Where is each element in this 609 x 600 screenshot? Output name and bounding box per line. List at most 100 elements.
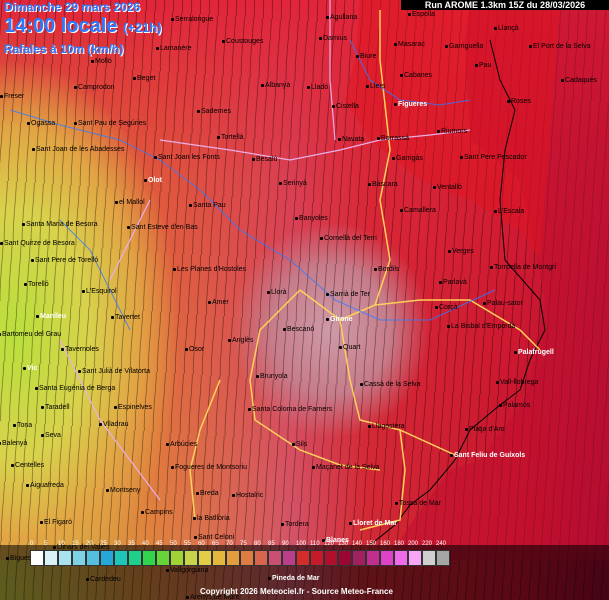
town-marker xyxy=(106,489,109,492)
legend-swatch xyxy=(408,550,422,566)
town-marker xyxy=(193,517,196,520)
town-marker xyxy=(349,522,352,525)
town-marker xyxy=(197,110,200,113)
town-label: Banyoles xyxy=(299,215,328,222)
town-label: Llers xyxy=(370,83,386,90)
town-marker xyxy=(507,100,510,103)
town-marker xyxy=(114,406,117,409)
town-marker xyxy=(222,40,225,43)
town-marker xyxy=(86,578,89,581)
town-label: Lloret de Mar xyxy=(353,520,397,527)
town-marker xyxy=(99,423,102,426)
town-label: Cabanes xyxy=(404,72,433,79)
model-run-label: Run AROME 1.3km 15Z du 28/03/2026 xyxy=(401,0,609,10)
town-marker xyxy=(208,301,211,304)
legend-tick-label: 100 xyxy=(296,541,307,547)
town-marker xyxy=(82,290,85,293)
town-marker xyxy=(133,77,136,80)
town-label: Montseny xyxy=(110,487,141,494)
town-marker xyxy=(326,16,329,19)
legend-swatch xyxy=(72,550,86,566)
town-marker xyxy=(166,569,169,572)
town-marker xyxy=(78,370,81,373)
town-marker xyxy=(24,283,27,286)
town-marker xyxy=(35,387,38,390)
town-marker xyxy=(448,250,451,253)
town-marker xyxy=(267,291,270,294)
town-label: Parlavà xyxy=(443,279,467,286)
town-label: Bordils xyxy=(378,266,400,273)
town-label: Palau-sator xyxy=(487,300,523,307)
legend-swatch xyxy=(338,550,352,566)
legend-tick-label: 50 xyxy=(170,541,177,547)
town-label: Navata xyxy=(342,136,365,143)
town-label: Tavertet xyxy=(115,314,140,321)
town-label: Manlleu xyxy=(40,313,67,320)
town-label: Girone xyxy=(330,316,353,323)
town-marker xyxy=(189,204,192,207)
town-marker xyxy=(499,404,502,407)
town-label: Maçanet de la Selva xyxy=(316,464,380,471)
town-label: Olot xyxy=(148,177,162,184)
legend-labels: 0 5 10 15 20 25 30 35 40 45 50 55 60 65 70 75 80 85 90 100 1… xyxy=(30,541,450,550)
town-marker xyxy=(377,137,380,140)
legend-swatch xyxy=(254,550,268,566)
legend-tick-label: 240 xyxy=(436,541,447,547)
town-label: Lladó xyxy=(311,84,329,91)
town-label: La Bisbal d'Empordà xyxy=(451,323,516,330)
town-label: Taradell xyxy=(45,404,70,411)
town-marker xyxy=(23,367,26,370)
forecast-time-value: 14:00 locale xyxy=(4,15,118,37)
town-marker xyxy=(450,454,453,457)
town-label: Sant Pere Pescador xyxy=(464,154,527,161)
town-label: Brunyola xyxy=(260,373,288,380)
town-label: Freser xyxy=(4,93,25,100)
town-label: el Mallol xyxy=(119,199,145,206)
town-label: Sant Pau de Segúries xyxy=(78,120,147,127)
legend-tick-label: 25 xyxy=(100,541,107,547)
town-marker xyxy=(281,523,284,526)
town-label: Garrigàs xyxy=(396,155,423,162)
town-label: Ogassa xyxy=(31,120,56,127)
town-label: Sant Julià de Vilatorta xyxy=(82,368,150,375)
town-label: Platja d'Aro xyxy=(469,426,505,433)
town-marker xyxy=(307,86,310,89)
town-label: Viladrau xyxy=(103,421,129,428)
town-marker xyxy=(111,316,114,319)
town-label: Molló xyxy=(95,58,112,65)
town-label: Vallgorguina xyxy=(170,567,209,574)
town-marker xyxy=(561,79,564,82)
town-label: Tona xyxy=(17,422,33,429)
legend-tick-label: 120 xyxy=(324,541,335,547)
town-label: Vic xyxy=(27,365,38,372)
town-marker xyxy=(166,443,169,446)
legend-tick-label: 160 xyxy=(380,541,391,547)
town-marker xyxy=(475,64,478,67)
legend-swatch xyxy=(128,550,142,566)
legend-tick-label: 0 xyxy=(30,541,34,547)
town-label: Hostalric xyxy=(236,492,264,499)
town-marker xyxy=(194,536,197,539)
town-label: Campins xyxy=(145,509,173,516)
town-marker xyxy=(494,210,497,213)
town-marker xyxy=(368,183,371,186)
town-marker xyxy=(27,122,30,125)
forecast-map: Dimanche 29 mars 2026 14:00 locale (+21h… xyxy=(0,0,609,600)
legend-swatch xyxy=(422,550,436,566)
legend-tick-label: 15 xyxy=(72,541,79,547)
town-marker xyxy=(22,223,25,226)
legend-tick-label: 45 xyxy=(156,541,163,547)
legend-swatch xyxy=(394,550,408,566)
town-marker xyxy=(74,86,77,89)
town-label: Lamanère xyxy=(160,45,192,52)
town-marker xyxy=(127,226,130,229)
town-label: Sant Joan les Fonts xyxy=(158,154,220,161)
town-marker xyxy=(279,182,282,185)
town-label: Cistella xyxy=(336,103,359,110)
town-label: Figueres xyxy=(398,101,428,108)
town-label: Agullana xyxy=(330,14,358,21)
town-label: Anglès xyxy=(232,337,254,344)
legend-tick-label: 75 xyxy=(240,541,247,547)
town-marker xyxy=(394,43,397,46)
town-marker xyxy=(228,339,231,342)
